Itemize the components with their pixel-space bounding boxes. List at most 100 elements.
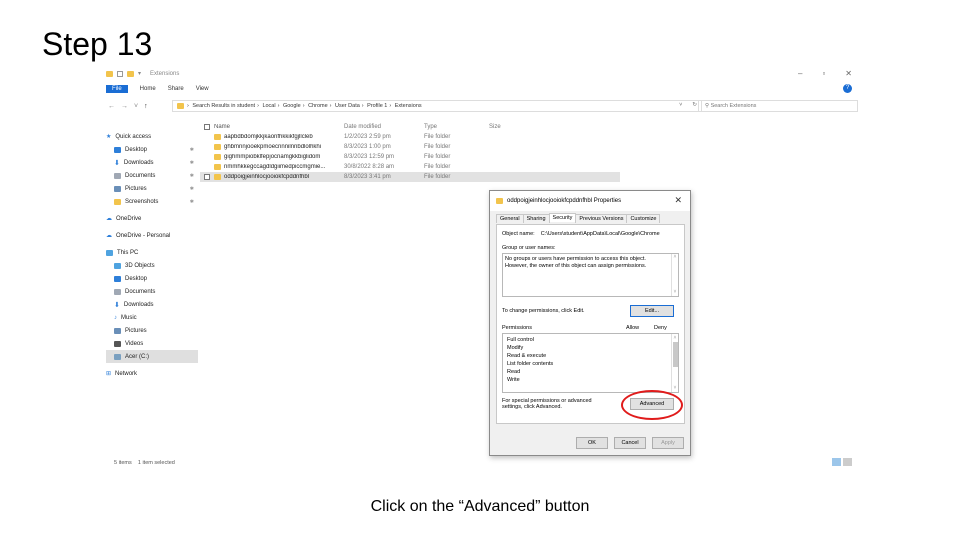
nav-item-downloads-pc[interactable]: ⬇ Downloads xyxy=(106,298,198,311)
window-controls: – ▫ ✕ xyxy=(798,69,852,78)
file-row[interactable]: ghbmnnjooekpmoecnnnilnnbdlolhkhi 8/3/202… xyxy=(200,142,620,152)
permission-item: Read & execute xyxy=(507,353,547,359)
scroll-thumb[interactable] xyxy=(673,342,678,367)
cloud-icon: ☁ xyxy=(106,233,112,239)
tab-sharing[interactable]: Sharing xyxy=(522,214,550,223)
breadcrumb-item[interactable]: Google xyxy=(283,103,301,109)
tab-general[interactable]: General xyxy=(496,214,524,223)
permissions-list[interactable]: Full control Modify Read & execute List … xyxy=(502,333,679,393)
refresh-icon[interactable]: ↻ xyxy=(692,102,697,108)
properties-icon[interactable] xyxy=(117,70,123,77)
cloud-icon: ☁ xyxy=(106,216,112,222)
tab-view[interactable]: View xyxy=(196,86,209,92)
folder-icon xyxy=(214,154,221,160)
column-name[interactable]: Name xyxy=(214,124,344,130)
breadcrumb-item[interactable]: User Data xyxy=(335,103,360,109)
nav-item-pictures-pc[interactable]: Pictures xyxy=(106,324,198,337)
column-size[interactable]: Size xyxy=(489,124,529,130)
documents-icon xyxy=(114,288,121,295)
select-all-checkbox[interactable] xyxy=(204,124,210,130)
apply-button[interactable]: Apply xyxy=(652,437,684,449)
file-row[interactable]: aapbdbdomjkkjkaonfhkkikfgjllcleb 1/2/202… xyxy=(200,132,620,142)
maximize-icon[interactable]: ▫ xyxy=(822,69,825,78)
file-name: nmmhkkegccagdldgiimedpiccmgmie... xyxy=(224,164,326,170)
tab-previous-versions[interactable]: Previous Versions xyxy=(575,214,628,223)
nav-onedrive-personal[interactable]: ☁ OneDrive - Personal xyxy=(106,229,198,242)
customize-toolbar-icon[interactable]: ▾ xyxy=(138,70,141,77)
nav-quick-access[interactable]: ★ Quick access xyxy=(106,130,198,143)
tab-home[interactable]: Home xyxy=(140,86,156,92)
breadcrumb-item[interactable]: Extensions xyxy=(395,103,422,109)
column-type[interactable]: Type xyxy=(424,124,489,130)
search-input[interactable]: ⚲ Search Extensions xyxy=(698,100,858,112)
nav-item-documents[interactable]: Documents ✱ xyxy=(106,169,198,182)
scroll-down-icon[interactable]: ˅ xyxy=(672,384,678,392)
tab-customize[interactable]: Customize xyxy=(626,214,661,223)
nav-item-music[interactable]: ♪ Music xyxy=(106,311,198,324)
close-icon[interactable]: ✕ xyxy=(845,69,852,78)
chevron-down-icon[interactable]: ˅ xyxy=(679,102,682,108)
nav-item-desktop-pc[interactable]: Desktop xyxy=(106,272,198,285)
nav-item-downloads[interactable]: ⬇ Downloads ✱ xyxy=(106,156,198,169)
nav-item-videos[interactable]: Videos xyxy=(106,337,198,350)
nav-item-desktop[interactable]: Desktop ✱ xyxy=(106,143,198,156)
file-name: oddpoigjeinhlocjooiokfcpddnfhbl xyxy=(224,174,310,180)
address-actions: ˅ ↻ xyxy=(679,102,697,108)
nav-item-documents-pc[interactable]: Documents xyxy=(106,285,198,298)
back-icon[interactable]: ← xyxy=(108,103,115,110)
nav-label: Quick access xyxy=(115,133,152,140)
folder-icon xyxy=(496,198,503,204)
large-icons-view-icon[interactable] xyxy=(843,458,852,466)
dialog-title: oddpoigjeinhlocjooiokfcpddnfhbl Properti… xyxy=(507,198,622,204)
forward-icon[interactable]: → xyxy=(121,103,128,110)
groups-list[interactable]: No groups or users have permission to ac… xyxy=(502,253,679,297)
breadcrumb-item[interactable]: Local xyxy=(262,103,275,109)
file-row[interactable]: gighmmpiobklfepjocnamgkkbiglidom 8/3/202… xyxy=(200,152,620,162)
column-date-modified[interactable]: Date modified xyxy=(344,124,424,130)
address-bar[interactable]: › Search Results in student › Local › Goog… xyxy=(172,100,702,112)
tab-file[interactable]: File xyxy=(106,85,128,93)
scroll-down-icon[interactable]: ˅ xyxy=(672,289,678,296)
tab-security[interactable]: Security xyxy=(548,213,577,222)
scrollbar[interactable]: ˄ ˅ xyxy=(671,334,678,392)
nav-item-acer-c[interactable]: Acer (C:) xyxy=(106,350,198,363)
file-row-selected[interactable]: oddpoigjeinhlocjooiokfcpddnfhbl 8/3/2023… xyxy=(200,172,620,182)
desktop-icon xyxy=(114,146,121,153)
breadcrumb-item[interactable]: Profile 1 xyxy=(367,103,387,109)
cancel-button[interactable]: Cancel xyxy=(614,437,646,449)
network-icon: ⊞ xyxy=(106,371,112,377)
breadcrumb-item[interactable]: Chrome xyxy=(308,103,328,109)
up-icon[interactable]: ↑ xyxy=(144,103,148,110)
edit-row: To change permissions, click Edit. Edit.… xyxy=(502,305,679,317)
close-icon[interactable]: ✕ xyxy=(674,195,682,206)
slide-title: Step 13 xyxy=(42,26,153,62)
row-checkbox[interactable] xyxy=(204,174,210,180)
scroll-up-icon[interactable]: ˄ xyxy=(672,254,678,261)
ribbon-tabs: File Home Share View ? xyxy=(100,84,860,94)
nav-onedrive[interactable]: ☁ OneDrive xyxy=(106,212,198,225)
scroll-up-icon[interactable]: ˄ xyxy=(672,334,678,342)
file-row[interactable]: nmmhkkegccagdldgiimedpiccmgmie... 30/8/2… xyxy=(200,162,620,172)
nav-label: Documents xyxy=(125,172,156,179)
nav-item-pictures[interactable]: Pictures ✱ xyxy=(106,182,198,195)
scrollbar[interactable]: ˄ ˅ xyxy=(671,254,678,296)
nav-network[interactable]: ⊞ Network xyxy=(106,367,198,380)
new-folder-icon[interactable] xyxy=(127,70,134,77)
nav-this-pc[interactable]: This PC xyxy=(106,246,198,259)
nav-item-screenshots[interactable]: Screenshots ✱ xyxy=(106,195,198,208)
help-icon[interactable]: ? xyxy=(843,84,852,93)
file-explorer-window: ▾ Extensions – ▫ ✕ File Home Share View … xyxy=(100,66,860,470)
nav-label: Screenshots xyxy=(125,198,159,205)
view-toggle xyxy=(832,458,852,466)
title-bar: ▾ Extensions – ▫ ✕ xyxy=(100,66,860,84)
ok-button[interactable]: OK xyxy=(576,437,608,449)
tab-share[interactable]: Share xyxy=(168,86,184,92)
minimize-icon[interactable]: – xyxy=(798,69,802,78)
recent-locations-icon[interactable]: ˅ xyxy=(134,103,138,110)
permissions-label: Permissions xyxy=(502,325,532,331)
edit-button[interactable]: Edit... xyxy=(630,305,674,317)
nav-item-3d-objects[interactable]: 3D Objects xyxy=(106,259,198,272)
details-view-icon[interactable] xyxy=(832,458,841,466)
folder-icon xyxy=(214,144,221,150)
breadcrumb-item[interactable]: Search Results in student xyxy=(192,103,255,109)
